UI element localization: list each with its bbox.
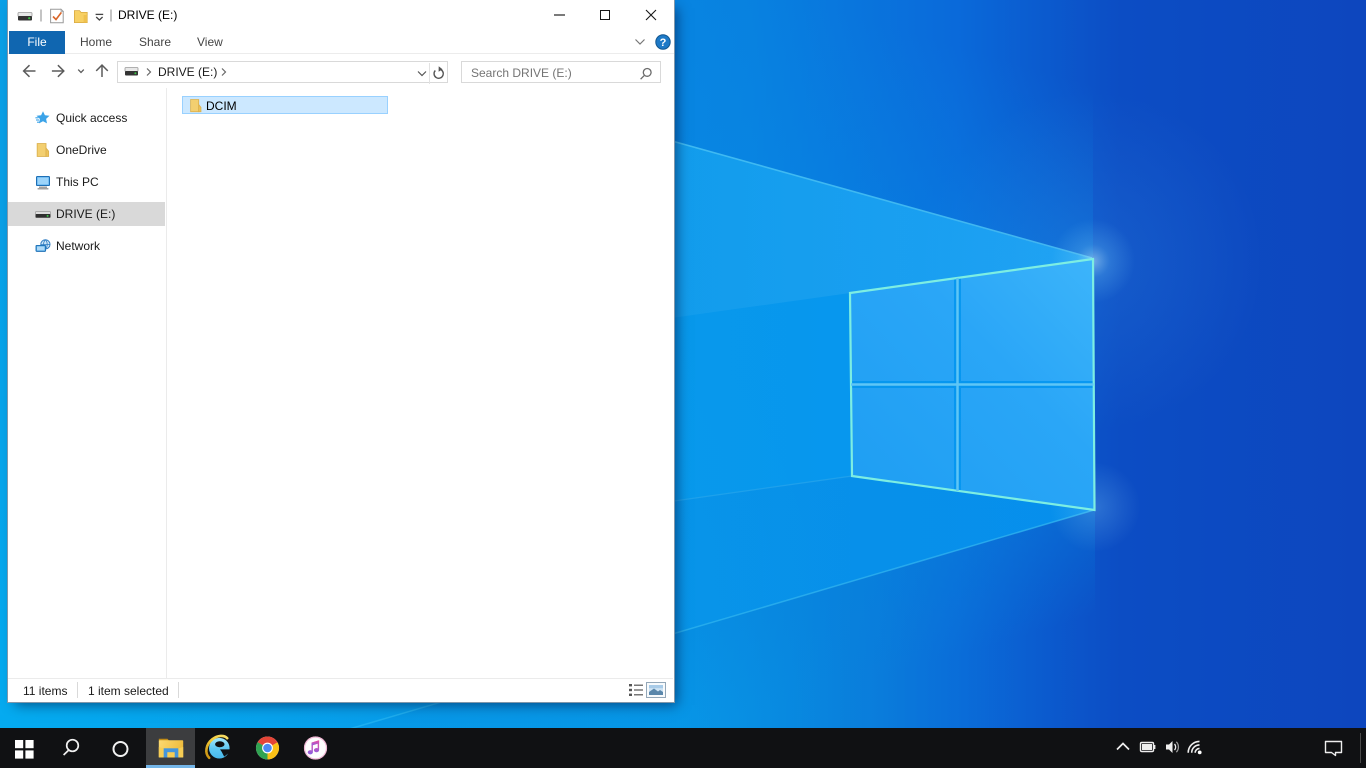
svg-text:?: ? [660, 37, 667, 49]
svg-text:DRIVE (E:): DRIVE (E:) [158, 65, 217, 79]
